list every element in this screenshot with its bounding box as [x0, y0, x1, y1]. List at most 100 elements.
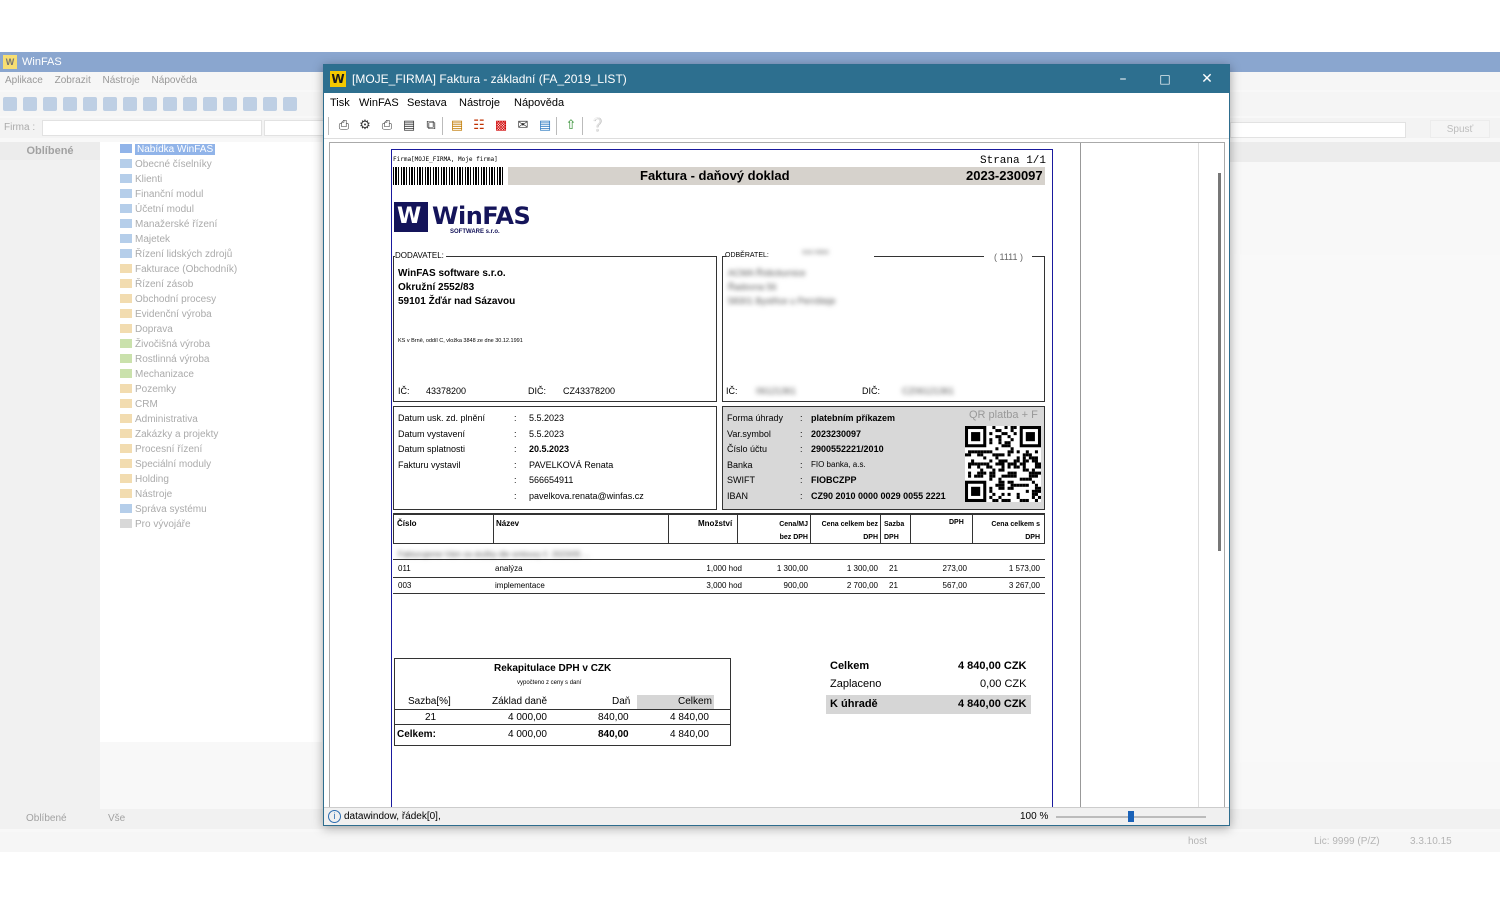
menu-napoveda[interactable]: Nápověda	[514, 93, 564, 113]
tree-item[interactable]: Účetní modul	[100, 202, 322, 217]
window-titlebar[interactable]: W [MOJE_FIRMA] Faktura - základní (FA_20…	[324, 65, 1229, 93]
zoom-slider-thumb[interactable]	[1128, 811, 1134, 822]
toolbar-icon[interactable]	[143, 97, 157, 111]
toolbar-icon[interactable]	[83, 97, 97, 111]
folder-icon	[120, 354, 132, 363]
menu-sestava[interactable]: Sestava	[407, 93, 447, 113]
tree-item[interactable]: Rostlinná výroba	[100, 352, 322, 367]
col-divider	[737, 514, 738, 543]
vertical-scrollbar[interactable]	[1218, 173, 1221, 551]
favorites-header[interactable]: Oblíbené	[0, 142, 100, 160]
tree-item[interactable]: Majetek	[100, 232, 322, 247]
toolbar-icon[interactable]	[283, 97, 297, 111]
tree-item[interactable]: Obchodní procesy	[100, 292, 322, 307]
recap-row-sazba: 21	[425, 712, 437, 723]
help-icon[interactable]: ❔	[589, 117, 607, 135]
tree-item[interactable]: Finanční modul	[100, 187, 322, 202]
tree-item[interactable]: Manažerské řízení	[100, 217, 322, 232]
bg-menu-item[interactable]: Aplikace	[5, 75, 43, 86]
run-button[interactable]: Spusť	[1430, 120, 1490, 138]
toolbar-icon[interactable]	[103, 97, 117, 111]
bg-select[interactable]	[1230, 122, 1406, 138]
payment-value: 2900552221/2010	[811, 444, 884, 455]
tree-item[interactable]: Řízení zásob	[100, 277, 322, 292]
tree-item[interactable]: Pro vývojáře	[100, 517, 322, 532]
toolbar-icon[interactable]	[243, 97, 257, 111]
tree-item[interactable]: Fakturace (Obchodník)	[100, 262, 322, 277]
toolbar-icon[interactable]	[43, 97, 57, 111]
item-mnozstvi: 3,000 hod	[706, 580, 742, 590]
firma-input[interactable]	[42, 120, 262, 136]
tree-item[interactable]: Procesní řízení	[100, 442, 322, 457]
tree-item[interactable]: Nástroje	[100, 487, 322, 502]
bg-menu-item[interactable]: Nápověda	[152, 75, 198, 86]
report-viewport[interactable]: Firma[MOJE_FIRMA, Moje firma] Strana 1/1…	[329, 142, 1225, 808]
date-colon: :	[514, 413, 517, 423]
menu-tisk[interactable]: Tisk	[330, 93, 350, 113]
recap-row-dan: 840,00	[598, 712, 629, 723]
toolbar-icon[interactable]	[263, 97, 277, 111]
menu-nastroje[interactable]: Nástroje	[459, 93, 500, 113]
qr-label: QR platba + F	[969, 409, 1038, 421]
tree-item[interactable]: Zakázky a projekty	[100, 427, 322, 442]
tree-item[interactable]: Evidenční výroba	[100, 307, 322, 322]
tree-item[interactable]: Klienti	[100, 172, 322, 187]
date-label: Datum splatnosti	[398, 444, 466, 455]
col-divider	[880, 514, 881, 543]
bg-menu-item[interactable]: Zobrazit	[55, 75, 91, 86]
toolbar-icon[interactable]	[23, 97, 37, 111]
toolbar-icon[interactable]	[223, 97, 237, 111]
toolbar-icon[interactable]	[203, 97, 217, 111]
toolbar-icon[interactable]	[163, 97, 177, 111]
date-label: Datum usk. zd. plnění	[398, 413, 486, 423]
viewport-divider	[1080, 143, 1081, 807]
item-mnozstvi: 1,000 hod	[706, 564, 742, 573]
tree-root[interactable]: Nabídka WinFAS	[100, 142, 322, 157]
barcode	[393, 167, 505, 185]
archive-icon[interactable]: ▤	[536, 117, 554, 135]
email-icon[interactable]: ✉	[514, 117, 532, 135]
doc-title: Faktura - daňový doklad	[640, 168, 790, 183]
close-icon[interactable]: ✕	[1185, 65, 1229, 93]
minimize-icon[interactable]: –	[1101, 65, 1145, 93]
col-sazba: Sazba DPH	[884, 521, 905, 541]
col-divider	[972, 514, 973, 543]
printer-select-icon[interactable]: ▤	[400, 117, 418, 135]
tree-item[interactable]: Živočišná výroba	[100, 337, 322, 352]
tree-item[interactable]: Pozemky	[100, 382, 322, 397]
firma-input-2[interactable]	[264, 120, 324, 136]
print-icon[interactable]: ⎙	[335, 117, 353, 135]
folder-icon	[120, 504, 132, 513]
winfas-logo-icon: W	[3, 55, 17, 69]
tree-item[interactable]: Doprava	[100, 322, 322, 337]
tree-item[interactable]: Řízení lidských zdrojů	[100, 247, 322, 262]
menu-winfas[interactable]: WinFAS	[359, 93, 399, 113]
barcode-icon[interactable]: ☷	[470, 117, 488, 135]
export-icon[interactable]: ▤	[448, 117, 466, 135]
col-divider	[493, 514, 494, 543]
tree-item[interactable]: Holding	[100, 472, 322, 487]
toolbar-icon[interactable]	[123, 97, 137, 111]
tree-item[interactable]: Speciální moduly	[100, 457, 322, 472]
tree-item[interactable]: Mechanizace	[100, 367, 322, 382]
settings-gear-icon[interactable]: ⚙	[356, 117, 374, 135]
payment-label: SWIFT	[727, 475, 755, 486]
tree-item[interactable]: Obecné číselníky	[100, 157, 322, 172]
tree-item[interactable]: CRM	[100, 397, 322, 412]
bg-menu-item[interactable]: Nástroje	[103, 75, 140, 86]
maximize-icon[interactable]: □	[1143, 65, 1187, 93]
tree-item[interactable]: Administrativa	[100, 412, 322, 427]
toolbar-icon[interactable]	[63, 97, 77, 111]
supplier-ic: 43378200	[426, 386, 467, 396]
pdf-icon[interactable]: ▩	[492, 117, 510, 135]
tab-all[interactable]: Vše	[108, 809, 125, 829]
payment-label: Forma úhrady	[727, 413, 784, 423]
tree-item[interactable]: Správa systému	[100, 502, 322, 517]
toolbar-icon[interactable]	[3, 97, 17, 111]
print-setup-icon[interactable]: ⎙	[378, 117, 396, 135]
toolbar-icon[interactable]	[183, 97, 197, 111]
copy-icon[interactable]: ⧉	[422, 117, 440, 135]
col-nazev: Název	[496, 519, 520, 528]
upload-icon[interactable]: ⇧	[562, 117, 580, 135]
tab-favorites[interactable]: Oblíbené	[26, 809, 67, 829]
